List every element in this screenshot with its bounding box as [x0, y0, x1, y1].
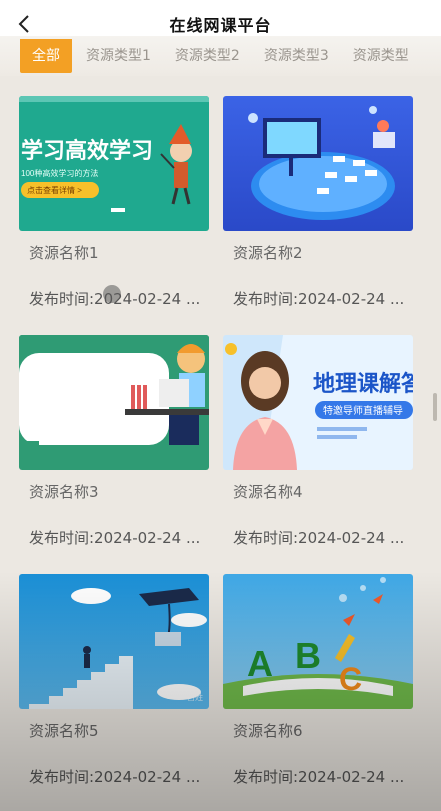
scrollbar-thumb[interactable]	[433, 393, 437, 421]
resource-card[interactable]: A B C 资源名称6 发布时间:2024-02-24 ...	[223, 574, 413, 787]
resource-name: 资源名称4	[233, 483, 303, 501]
resource-card[interactable]: 资源名称2 发布时间:2024-02-24 ...	[223, 96, 413, 309]
publish-date: 发布时间:2024-02-24 ...	[29, 529, 201, 547]
resource-thumbnail[interactable]	[223, 96, 413, 231]
resource-name: 资源名称6	[233, 722, 303, 740]
resource-card[interactable]: 学习高效学习 100种高效学习的方法 点击查看详情 > 资源名称1 发布时间:2…	[19, 96, 209, 309]
resource-card[interactable]: 百姓 资源名称5 发布时间:2024-02-24 ...	[19, 574, 209, 787]
tab-all[interactable]: 全部	[20, 39, 72, 73]
category-tabs: 全部 资源类型1 资源类型2 资源类型3 资源类型	[0, 36, 441, 76]
tab-type-2[interactable]: 资源类型2	[165, 39, 250, 73]
chevron-left-icon	[18, 15, 29, 33]
resource-name: 资源名称5	[29, 722, 99, 740]
back-button[interactable]	[10, 10, 38, 38]
watermark-text: 百姓	[187, 692, 203, 702]
publish-date: 发布时间:2024-02-24 ...	[233, 290, 405, 308]
resource-name: 资源名称2	[233, 244, 303, 262]
letter-c: C	[339, 661, 362, 697]
resource-thumbnail[interactable]: 地理课解答 特邀导师直播辅导	[223, 335, 413, 470]
resource-thumbnail[interactable]	[19, 335, 209, 470]
letter-a: A	[247, 643, 273, 684]
resource-name: 资源名称1	[29, 244, 99, 262]
page-title: 在线网课平台	[169, 15, 272, 35]
banner-button: 点击查看详情 >	[27, 185, 82, 195]
resource-name: 资源名称3	[29, 483, 99, 501]
banner-title: 地理课解答	[313, 371, 413, 396]
publish-date: 发布时间:2024-02-24 ...	[233, 768, 405, 786]
banner-subtitle: 100种高效学习的方法	[21, 168, 98, 178]
banner-title: 学习高效学习	[21, 138, 153, 163]
publish-date: 发布时间:2024-02-24 ...	[233, 529, 405, 547]
touch-indicator	[103, 285, 121, 303]
resource-card[interactable]: 地理课解答 特邀导师直播辅导 资源名称4 发布时间:2024-02-24 ...	[223, 335, 413, 548]
tab-type-4[interactable]: 资源类型	[343, 39, 419, 73]
resource-thumbnail[interactable]: A B C	[223, 574, 413, 709]
resource-thumbnail[interactable]: 学习高效学习 100种高效学习的方法 点击查看详情 >	[19, 96, 209, 231]
resource-thumbnail[interactable]: 百姓	[19, 574, 209, 709]
letter-b: B	[295, 635, 321, 676]
resource-card[interactable]: 资源名称3 发布时间:2024-02-24 ...	[19, 335, 209, 548]
banner-subtitle: 特邀导师直播辅导	[323, 404, 403, 417]
publish-date: 发布时间:2024-02-24 ...	[29, 768, 201, 786]
tab-type-3[interactable]: 资源类型3	[254, 39, 339, 73]
tab-type-1[interactable]: 资源类型1	[76, 39, 161, 73]
